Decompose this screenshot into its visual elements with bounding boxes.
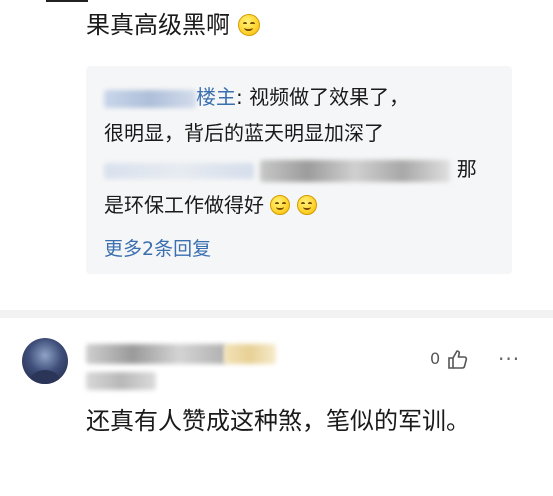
blurred-username <box>104 89 196 108</box>
reply-line-1: 楼主: 视频做了效果了， <box>104 82 409 112</box>
like-count: 0 <box>430 349 441 368</box>
avatar[interactable] <box>22 338 68 384</box>
reply-text-2: 很明显，背后的蓝天明显加深了 <box>104 121 384 145</box>
blurred-text <box>104 162 254 179</box>
more-options-icon[interactable]: ··· <box>498 349 520 369</box>
main-comment-text: 果真高级黑啊 <box>86 11 230 39</box>
blurred-username[interactable] <box>86 344 226 364</box>
thumbs-up-icon[interactable] <box>446 348 470 370</box>
smile-emoji-icon <box>270 195 291 215</box>
author-label[interactable]: 楼主 <box>196 85 236 109</box>
top-divider <box>46 0 88 2</box>
section-divider <box>0 310 553 318</box>
main-comment: 果真高级黑啊 <box>86 8 260 42</box>
reply-line-4: 是环保工作做得好 <box>104 190 317 220</box>
reply-separator: : <box>236 85 243 109</box>
reply-text-4: 是环保工作做得好 <box>104 193 264 217</box>
comment-body: 还真有人赞成这种煞，笔似的军训。 <box>86 407 470 435</box>
reply-line-2: 很明显，背后的蓝天明显加深了 <box>104 118 384 148</box>
blurred-user-badge <box>224 344 276 364</box>
smile-emoji-icon <box>237 14 260 36</box>
reply-text-1: 视频做了效果了， <box>249 85 410 109</box>
more-replies-link[interactable]: 更多2条回复 <box>104 234 211 264</box>
reply-thread[interactable]: 楼主: 视频做了效果了， 很明显，背后的蓝天明显加深了 那 是环保工作做得好 更… <box>86 66 512 274</box>
smile-emoji-icon <box>296 195 317 215</box>
blurred-user-meta <box>86 372 156 390</box>
reply-line-3: 那 <box>104 154 477 184</box>
reply-text-3: 那 <box>456 157 477 181</box>
blurred-text <box>260 159 451 182</box>
